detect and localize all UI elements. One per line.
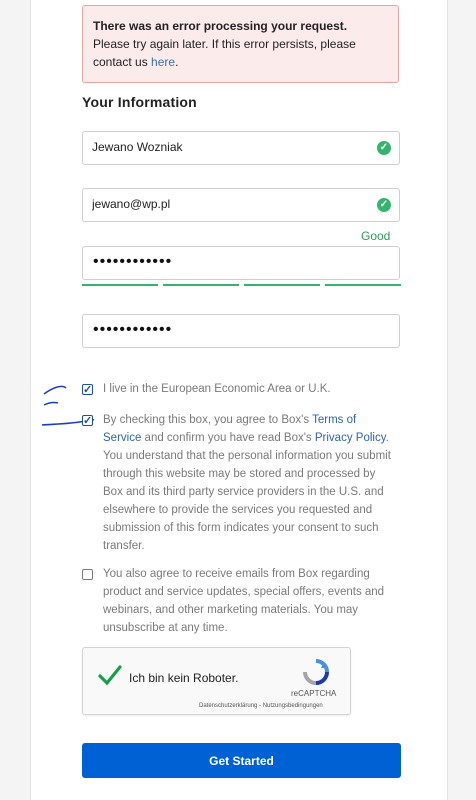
recaptcha-label: Ich bin kein Roboter. <box>129 671 239 685</box>
recaptcha-logo-icon <box>303 659 329 685</box>
consent-label: By checking this box, you agree to Box's… <box>103 411 393 555</box>
recaptcha-terms[interactable]: Datenschutzerklärung - Nutzungsbedingung… <box>199 703 323 709</box>
password-field[interactable]: •••••••••••• <box>82 246 400 280</box>
eea-checkbox[interactable] <box>82 381 93 399</box>
consent-checkbox[interactable] <box>82 412 93 430</box>
consent-checkbox-row[interactable]: By checking this box, you agree to Box's… <box>82 411 392 555</box>
consent-text-1: By checking this box, you agree to Box's <box>103 414 313 426</box>
strength-segment <box>325 284 401 286</box>
consent-text-3: . You understand that the personal infor… <box>103 432 391 552</box>
email-field[interactable]: ✓ <box>82 188 400 222</box>
get-started-button[interactable]: Get Started <box>82 743 401 778</box>
confirm-password-mask: •••••••••••• <box>93 321 173 338</box>
name-field[interactable]: ✓ <box>82 131 400 165</box>
eea-checkbox-row[interactable]: I live in the European Economic Area or … <box>82 380 392 399</box>
consent-text-2: and confirm you have read Box's <box>141 432 315 444</box>
recaptcha-checkmark-icon[interactable] <box>97 662 123 688</box>
recaptcha-widget[interactable]: Ich bin kein Roboter. reCAPTCHA Datensch… <box>82 647 351 715</box>
section-title: Your Information <box>82 94 197 110</box>
marketing-checkbox[interactable] <box>82 569 93 580</box>
password-mask: •••••••••••• <box>93 253 173 270</box>
error-title: There was an error processing your reque… <box>93 19 348 33</box>
password-strength-meter <box>82 284 401 286</box>
strength-segment <box>82 284 158 286</box>
confirm-password-field[interactable]: •••••••••••• <box>82 314 400 348</box>
valid-check-icon: ✓ <box>377 198 391 212</box>
strength-segment <box>163 284 239 286</box>
privacy-policy-link[interactable]: Privacy Policy <box>315 432 386 444</box>
eea-label: I live in the European Economic Area or … <box>103 383 331 395</box>
email-input[interactable] <box>92 197 362 211</box>
marketing-label: You also agree to receive emails from Bo… <box>103 568 385 634</box>
recaptcha-brand: reCAPTCHA <box>291 689 337 698</box>
strength-segment <box>244 284 320 286</box>
error-message: Please try again later. If this error pe… <box>93 37 356 69</box>
valid-check-icon: ✓ <box>377 141 391 155</box>
error-period: . <box>175 55 179 69</box>
contact-here-link[interactable]: here <box>151 55 175 69</box>
password-strength-label: Good <box>361 229 391 243</box>
name-input[interactable] <box>92 140 362 154</box>
error-banner: There was an error processing your reque… <box>82 5 399 83</box>
marketing-checkbox-row[interactable]: You also agree to receive emails from Bo… <box>82 565 392 637</box>
